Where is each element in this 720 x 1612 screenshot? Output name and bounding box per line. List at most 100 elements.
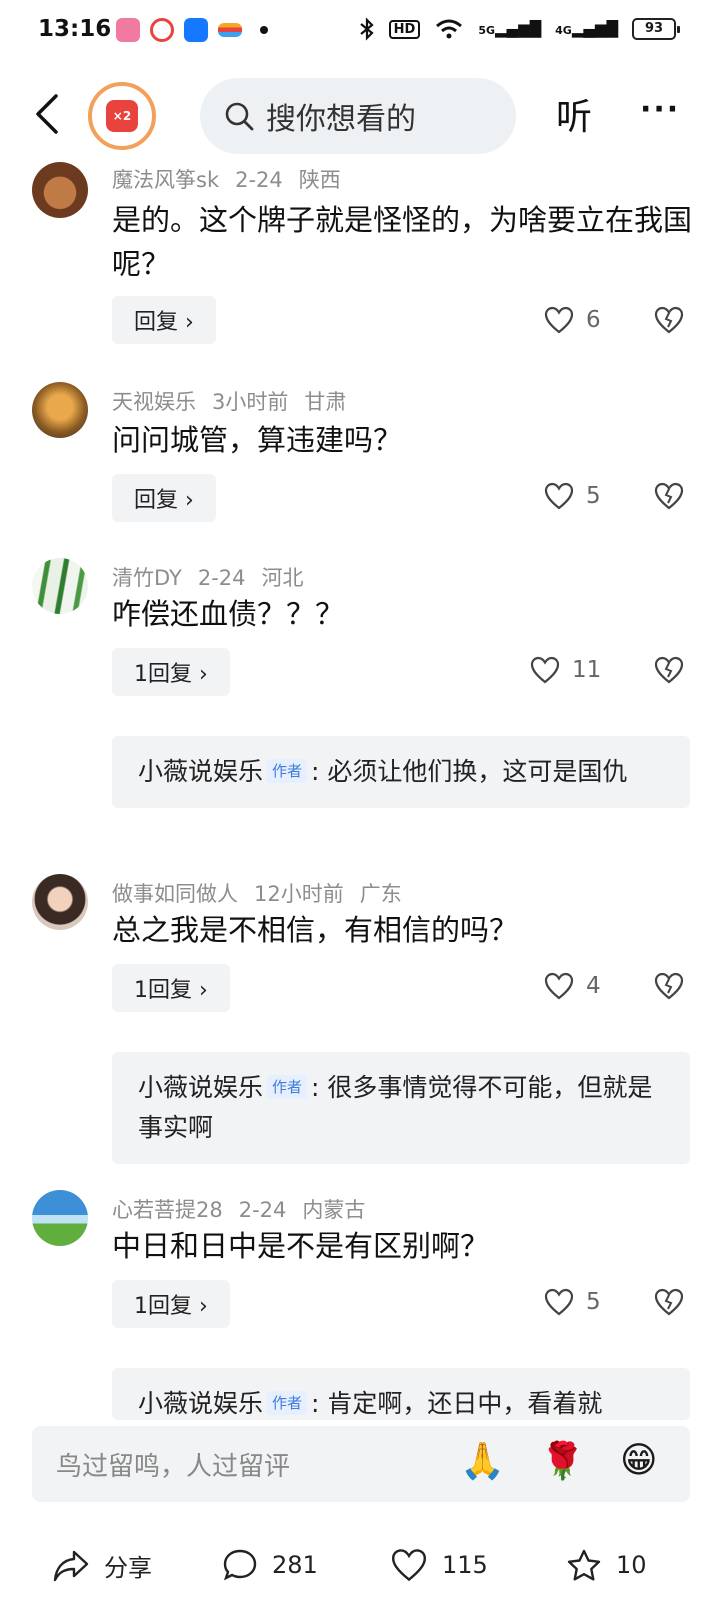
like-post-count: 115 xyxy=(442,1551,488,1579)
status-bar: 13:16 HD 5G▂▄▆█ 4G▂▄▆█ 93 xyxy=(0,0,720,66)
like-count: 5 xyxy=(586,483,601,509)
hd-icon: HD xyxy=(388,19,421,39)
author-badge: 作者 xyxy=(267,1391,308,1415)
top-nav: ×2 搜你想看的 听 ··· xyxy=(0,72,720,156)
username[interactable]: 心若菩提28 xyxy=(112,1198,223,1222)
broken-heart-icon[interactable] xyxy=(654,972,684,1000)
reply-username[interactable]: 小薇说娱乐 xyxy=(138,1073,263,1102)
reply-button[interactable]: 1回复 › xyxy=(112,964,230,1012)
like-count: 11 xyxy=(572,657,602,683)
comment-count-button[interactable]: 281 xyxy=(222,1548,318,1582)
author-reply[interactable]: 小薇说娱乐 作者: 很多事情觉得不可能，但就是事实啊 xyxy=(112,1052,690,1164)
alipay-app-icon xyxy=(184,18,208,42)
comment-text: 咋偿还血债？？？ xyxy=(112,597,345,631)
pray-emoji-icon[interactable]: 🙏 xyxy=(460,1440,505,1482)
wifi-icon xyxy=(436,19,463,39)
avatar[interactable] xyxy=(32,1190,88,1246)
search-input[interactable]: 搜你想看的 xyxy=(200,78,516,154)
heart-icon xyxy=(391,1549,427,1582)
rose-emoji-icon[interactable]: 🌹 xyxy=(540,1440,585,1482)
reply-button[interactable]: 1回复 › xyxy=(112,1280,230,1328)
bilibili-app-icon xyxy=(116,18,140,42)
comment-text: 总之我是不相信，有相信的吗？ xyxy=(112,913,519,947)
reply-username[interactable]: 小薇说娱乐 xyxy=(138,1389,263,1418)
like-count: 6 xyxy=(586,307,601,333)
comment-region: 广东 xyxy=(359,882,402,906)
avatar[interactable] xyxy=(32,874,88,930)
heart-icon xyxy=(544,1288,574,1316)
listen-button[interactable]: 听 xyxy=(556,88,592,140)
like-button[interactable]: 5 xyxy=(544,482,601,510)
comment-text: 中日和日中是不是有区别啊？ xyxy=(112,1229,490,1263)
author-reply[interactable]: 小薇说娱乐 作者: 必须让他们换，这可是国仇 xyxy=(112,736,690,808)
bottom-action-bar: 分享 281 115 10 xyxy=(0,1530,720,1612)
comment-text: 问问城管，算违建吗？ xyxy=(112,423,403,457)
heart-icon xyxy=(544,306,574,334)
grin-emoji-icon[interactable]: 😁 xyxy=(620,1440,658,1481)
comment-region: 甘肃 xyxy=(304,390,347,414)
like-count: 5 xyxy=(586,1289,601,1315)
author-reply[interactable]: 小薇说娱乐 作者: 肯定啊，还日中，看着就 xyxy=(112,1368,690,1420)
star-icon xyxy=(567,1549,601,1581)
back-arrow-icon[interactable] xyxy=(30,92,70,136)
comment-meta: 做事如同做人 12小时前 广东 xyxy=(112,878,402,908)
reply-button[interactable]: 回复 › xyxy=(112,474,216,522)
comment-time: 2-24 xyxy=(197,566,246,590)
comment-region: 陕西 xyxy=(298,168,341,192)
share-button[interactable]: 分享 xyxy=(52,1548,152,1583)
username[interactable]: 做事如同做人 xyxy=(112,882,238,906)
author-badge: 作者 xyxy=(267,759,308,783)
favorite-button[interactable]: 10 xyxy=(566,1548,647,1582)
like-button[interactable]: 11 xyxy=(530,656,601,684)
more-notifications-dot xyxy=(260,26,268,34)
like-button[interactable]: 5 xyxy=(544,1288,601,1316)
wallet-app-icon xyxy=(218,23,242,37)
more-options-button[interactable]: ··· xyxy=(640,92,680,127)
broken-heart-icon[interactable] xyxy=(654,656,684,684)
video-app-icon xyxy=(150,18,174,42)
comment-meta: 清竹DY 2-24 河北 xyxy=(112,562,304,592)
author-badge: 作者 xyxy=(267,1075,308,1099)
username[interactable]: 魔法风筝sk xyxy=(112,168,219,192)
broken-heart-icon[interactable] xyxy=(654,306,684,334)
status-time: 13:16 xyxy=(38,16,112,42)
reply-button[interactable]: 回复 › xyxy=(112,296,216,344)
like-button[interactable]: 4 xyxy=(544,972,601,1000)
username[interactable]: 清竹DY xyxy=(112,566,182,590)
reply-text: : 肯定啊，还日中，看着就 xyxy=(311,1389,603,1418)
share-icon xyxy=(53,1550,89,1581)
reply-username[interactable]: 小薇说娱乐 xyxy=(138,757,263,786)
bluetooth-icon xyxy=(359,17,374,41)
heart-icon xyxy=(544,482,574,510)
comment-input[interactable]: 鸟过留鸣，人过留评 🙏 🌹 😁 xyxy=(32,1426,690,1502)
like-post-button[interactable]: 115 xyxy=(390,1548,488,1582)
like-button[interactable]: 6 xyxy=(544,306,601,334)
broken-heart-icon[interactable] xyxy=(654,482,684,510)
comment-time: 2-24 xyxy=(235,168,283,192)
comment-text: 是的。这个牌子就是怪怪的，为啥要立在我国呢？ xyxy=(112,203,693,281)
reward-coin-button[interactable]: ×2 xyxy=(88,82,156,150)
signal-5g-label: 5G xyxy=(478,24,495,37)
comment-meta: 魔法风筝sk 2-24 陕西 xyxy=(112,164,341,194)
comment-time: 3小时前 xyxy=(212,390,289,414)
heart-icon xyxy=(530,656,560,684)
comment-time: 2-24 xyxy=(238,1198,287,1222)
avatar[interactable] xyxy=(32,162,88,218)
comment-meta: 天视娱乐 3小时前 甘肃 xyxy=(112,386,346,416)
notification-icons xyxy=(116,18,268,42)
reply-button[interactable]: 1回复 › xyxy=(112,648,230,696)
signal-4g-label: 4G xyxy=(555,24,572,37)
comment-bubble-icon xyxy=(223,1549,257,1581)
battery-icon: 93 xyxy=(632,18,680,40)
username[interactable]: 天视娱乐 xyxy=(112,390,196,414)
comment-input-placeholder: 鸟过留鸣，人过留评 xyxy=(56,1452,291,1482)
comment-region: 河北 xyxy=(261,566,304,590)
share-label: 分享 xyxy=(104,1554,152,1582)
avatar[interactable] xyxy=(32,382,88,438)
avatar[interactable] xyxy=(32,558,88,614)
comment-count: 281 xyxy=(272,1551,318,1579)
reply-text: : 必须让他们换，这可是国仇 xyxy=(311,757,628,786)
comment-time: 12小时前 xyxy=(254,882,344,906)
broken-heart-icon[interactable] xyxy=(654,1288,684,1316)
heart-icon xyxy=(544,972,574,1000)
